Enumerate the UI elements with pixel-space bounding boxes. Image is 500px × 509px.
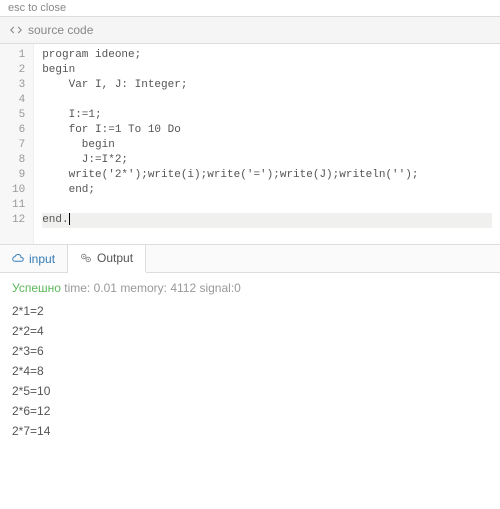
line-number: 6: [12, 123, 25, 138]
line-number: 10: [12, 183, 25, 198]
tab-output-label: Output: [97, 251, 133, 265]
cloud-icon: [12, 253, 24, 265]
line-number: 1: [12, 48, 25, 63]
line-number: 9: [12, 168, 25, 183]
line-number: 8: [12, 153, 25, 168]
code-line[interactable]: Var I, J: Integer;: [42, 78, 492, 93]
code-line[interactable]: for I:=1 To 10 Do: [42, 123, 492, 138]
close-hint: esc to close: [0, 0, 500, 17]
output-panel: Успешно time: 0.01 memory: 4112 signal:0…: [0, 273, 500, 449]
source-code-header: source code: [0, 17, 500, 44]
text-cursor: [69, 213, 70, 225]
line-gutter: 123456789101112: [0, 44, 34, 244]
line-number: 11: [12, 198, 25, 213]
io-tabs: input Output: [0, 244, 500, 273]
tab-output[interactable]: Output: [68, 245, 146, 273]
code-line[interactable]: begin: [42, 138, 492, 153]
code-line[interactable]: end.: [42, 213, 492, 228]
output-text: 2*1=2 2*2=4 2*3=6 2*4=8 2*5=10 2*6=12 2*…: [12, 301, 488, 441]
line-number: 12: [12, 213, 25, 228]
tab-input[interactable]: input: [0, 245, 68, 272]
status-time: time: 0.01: [64, 281, 117, 295]
line-number: 7: [12, 138, 25, 153]
code-line[interactable]: [42, 198, 492, 213]
code-icon: [10, 24, 22, 36]
code-editor[interactable]: 123456789101112 program ideone;begin Var…: [0, 44, 500, 244]
status-line: Успешно time: 0.01 memory: 4112 signal:0: [12, 281, 488, 295]
source-code-label: source code: [28, 23, 93, 37]
code-content[interactable]: program ideone;begin Var I, J: Integer; …: [34, 44, 500, 244]
code-line[interactable]: I:=1;: [42, 108, 492, 123]
code-line[interactable]: [42, 93, 492, 108]
line-number: 5: [12, 108, 25, 123]
line-number: 3: [12, 78, 25, 93]
status-success: Успешно: [12, 281, 61, 295]
code-line[interactable]: program ideone;: [42, 48, 492, 63]
code-line[interactable]: write('2*');write(i);write('=');write(J)…: [42, 168, 492, 183]
code-line[interactable]: begin: [42, 63, 492, 78]
status-memory: memory: 4112: [120, 281, 196, 295]
line-number: 2: [12, 63, 25, 78]
line-number: 4: [12, 93, 25, 108]
code-line[interactable]: end;: [42, 183, 492, 198]
tab-input-label: input: [29, 252, 55, 266]
gears-icon: [80, 252, 92, 264]
status-signal: signal:0: [199, 281, 240, 295]
code-line[interactable]: J:=I*2;: [42, 153, 492, 168]
